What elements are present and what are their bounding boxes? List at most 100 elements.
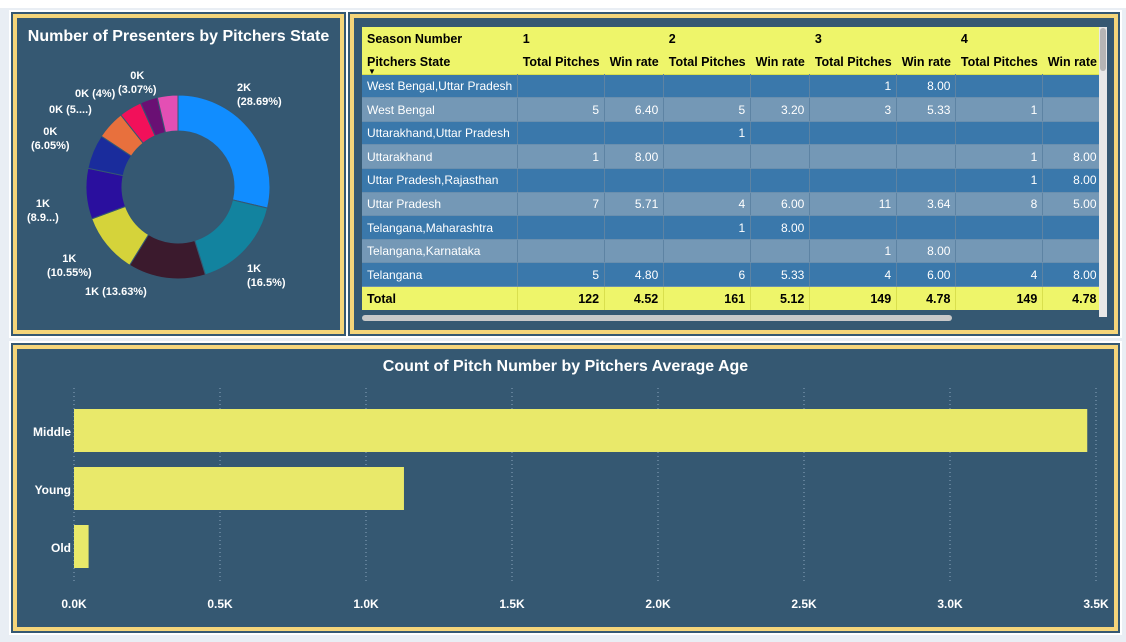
table-row[interactable]: Uttar Pradesh 7 5.71 4 6.00 11 3.64 8 5.00 [362,192,1103,217]
col-header[interactable]: Total Pitches [955,50,1043,75]
value-cell[interactable]: 5.71 [604,192,665,217]
value-cell[interactable] [517,74,606,99]
table-row[interactable]: Telangana,Karnataka 1 8.00 [362,239,1103,264]
state-cell[interactable]: Uttar Pradesh [362,192,519,217]
value-cell[interactable]: 4 [809,262,898,288]
value-cell[interactable] [1042,215,1103,240]
table-row[interactable]: Telangana 5 4.80 6 5.33 4 6.00 4 8.00 [362,262,1103,288]
state-cell[interactable]: West Bengal,Uttar Pradesh [362,74,519,99]
value-cell[interactable]: 5 [663,97,752,122]
value-cell[interactable]: 7 [517,192,606,217]
value-cell[interactable] [750,74,811,99]
value-cell[interactable] [955,215,1044,240]
value-cell[interactable]: 6.00 [896,262,957,288]
value-cell[interactable] [955,121,1044,146]
col-header[interactable]: Win rate [896,50,956,75]
col-header[interactable]: Win rate [604,50,664,75]
value-cell[interactable]: 6 [663,262,752,288]
table-row[interactable]: Uttar Pradesh,Rajasthan 1 8.00 [362,168,1103,193]
value-cell[interactable] [663,74,752,99]
season-header-4[interactable]: 4 [955,27,1102,51]
pitchers-state-header[interactable]: Pitchers State ▼ [362,50,518,76]
value-cell[interactable] [750,121,811,146]
value-cell[interactable]: 8.00 [750,215,811,240]
value-cell[interactable] [750,239,811,264]
value-cell[interactable] [896,121,957,146]
matrix-table[interactable]: Season Number 1 2 3 4 Pitchers State ▼ T… [362,27,1103,311]
table-row[interactable]: Uttarakhand 1 8.00 1 8.00 [362,144,1103,170]
value-cell[interactable] [809,168,898,193]
value-cell[interactable]: 8.00 [1042,144,1103,170]
horizontal-scrollbar[interactable] [362,315,952,321]
value-cell[interactable]: 5 [517,262,606,288]
value-cell[interactable]: 5.33 [750,262,811,288]
value-cell[interactable] [517,239,606,264]
value-cell[interactable]: 6.40 [604,97,665,122]
value-cell[interactable]: 1 [517,144,606,170]
state-cell[interactable]: Telangana,Karnataka [362,239,519,264]
col-header[interactable]: Total Pitches [663,50,751,75]
value-cell[interactable] [1042,74,1103,99]
value-cell[interactable] [809,121,898,146]
value-cell[interactable]: 3 [809,97,898,122]
value-cell[interactable]: 1 [955,97,1044,122]
state-cell[interactable]: Uttarakhand,Uttar Pradesh [362,121,519,146]
table-row[interactable]: Telangana,Maharashtra 1 8.00 [362,215,1103,240]
table-row[interactable]: West Bengal 5 6.40 5 3.20 3 5.33 1 [362,97,1103,122]
value-cell[interactable] [517,215,606,240]
value-cell[interactable] [809,144,898,170]
state-cell[interactable]: Uttarakhand [362,144,519,170]
col-header[interactable]: Win rate [750,50,810,75]
state-cell[interactable]: West Bengal [362,97,519,122]
value-cell[interactable]: 3.64 [896,192,957,217]
state-cell[interactable]: Telangana [362,262,519,288]
sort-desc-icon[interactable]: ▼ [368,67,376,76]
value-cell[interactable]: 1 [663,215,752,240]
value-cell[interactable]: 5.33 [896,97,957,122]
value-cell[interactable]: 1 [809,74,898,99]
value-cell[interactable]: 4 [955,262,1044,288]
value-cell[interactable]: 3.20 [750,97,811,122]
value-cell[interactable]: 11 [809,192,898,217]
value-cell[interactable] [604,215,665,240]
value-cell[interactable] [663,168,752,193]
value-cell[interactable] [604,74,665,99]
vertical-scroll-thumb[interactable] [1100,28,1106,71]
value-cell[interactable] [604,168,665,193]
value-cell[interactable] [663,239,752,264]
col-header[interactable]: Total Pitches [809,50,897,75]
value-cell[interactable]: 1 [663,121,752,146]
value-cell[interactable] [1042,239,1103,264]
value-cell[interactable]: 8.00 [896,74,957,99]
table-row[interactable]: Uttarakhand,Uttar Pradesh 1 [362,121,1103,146]
value-cell[interactable]: 6.00 [750,192,811,217]
value-cell[interactable] [517,121,606,146]
value-cell[interactable]: 8.00 [1042,262,1103,288]
value-cell[interactable] [955,74,1044,99]
value-cell[interactable]: 5.00 [1042,192,1103,217]
state-cell[interactable]: Telangana,Maharashtra [362,215,519,240]
value-cell[interactable] [663,144,752,170]
value-cell[interactable]: 1 [955,168,1044,193]
value-cell[interactable]: 8 [955,192,1044,217]
value-cell[interactable] [896,168,957,193]
state-cell[interactable]: Uttar Pradesh,Rajasthan [362,168,519,193]
value-cell[interactable]: 1 [809,239,898,264]
season-header-3[interactable]: 3 [809,27,956,51]
value-cell[interactable]: 5 [517,97,606,122]
value-cell[interactable] [955,239,1044,264]
table-row[interactable]: West Bengal,Uttar Pradesh 1 8.00 [362,74,1103,99]
value-cell[interactable]: 8.00 [604,144,665,170]
value-cell[interactable] [604,121,665,146]
value-cell[interactable] [517,168,606,193]
value-cell[interactable] [896,215,957,240]
value-cell[interactable] [750,144,811,170]
value-cell[interactable]: 8.00 [896,239,957,264]
value-cell[interactable]: 4 [663,192,752,217]
season-header-2[interactable]: 2 [663,27,810,51]
value-cell[interactable] [750,168,811,193]
value-cell[interactable] [604,239,665,264]
value-cell[interactable]: 8.00 [1042,168,1103,193]
value-cell[interactable] [809,215,898,240]
value-cell[interactable]: 4.80 [604,262,665,288]
